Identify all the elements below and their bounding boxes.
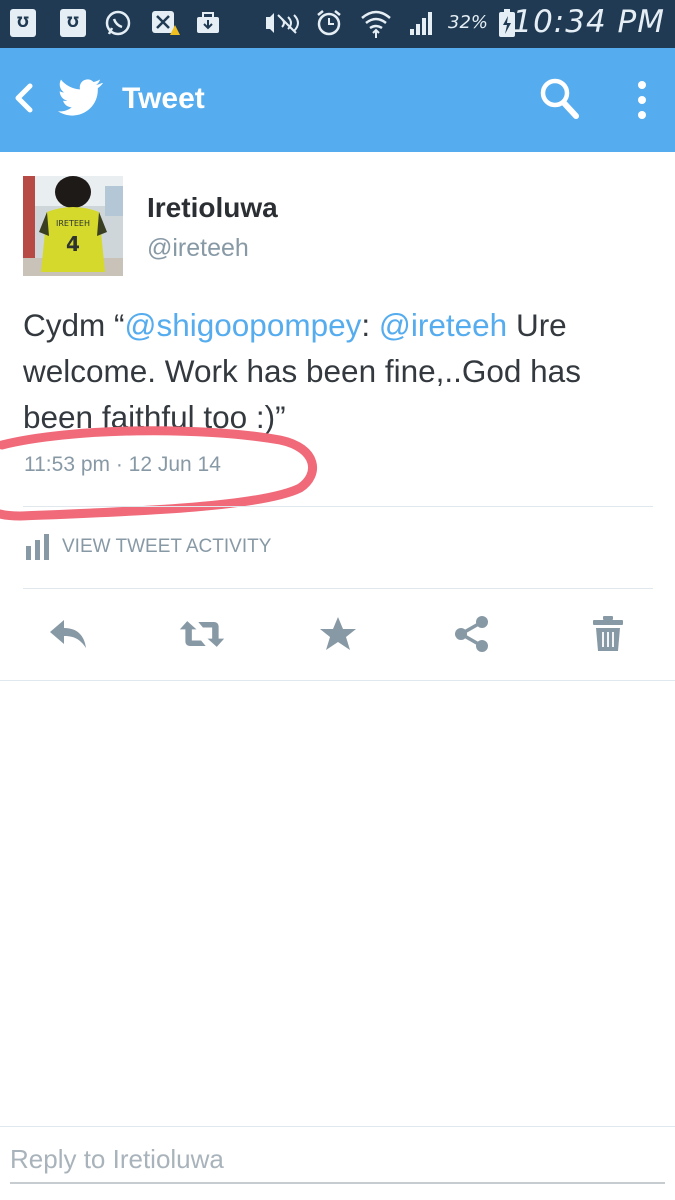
delete-button[interactable] [584, 612, 632, 656]
reply-input[interactable] [10, 1140, 665, 1178]
favorite-button[interactable] [314, 612, 362, 656]
wifi-icon [360, 8, 392, 38]
chevron-left-icon [15, 83, 33, 113]
clock: 10:34 PM [512, 4, 665, 40]
reply-box [10, 1140, 665, 1184]
tweet-text-middle: : [361, 307, 379, 343]
star-icon [320, 617, 356, 650]
bar-chart-icon [26, 534, 49, 560]
retweet-button[interactable] [178, 612, 226, 656]
view-tweet-activity-button[interactable]: VIEW TWEET ACTIVITY [24, 530, 271, 564]
reply-button[interactable] [44, 612, 92, 656]
author-name[interactable]: Iretioluwa [147, 192, 278, 224]
app-bar: Tweet [0, 48, 675, 152]
avatar-jersey-number: 4 [66, 232, 80, 256]
signal-icon [406, 8, 438, 38]
share-icon [455, 616, 488, 652]
view-tweet-activity-label: VIEW TWEET ACTIVITY [62, 536, 272, 557]
missed-call-icon [150, 8, 180, 38]
divider [0, 680, 675, 681]
whatsapp-icon [104, 8, 132, 38]
alarm-icon [314, 8, 344, 38]
divider [23, 506, 653, 507]
battery-percent: 32% [448, 12, 489, 33]
download-icon [194, 8, 222, 38]
mute-icon [262, 8, 308, 38]
search-icon [540, 78, 579, 119]
status-bar: Ʊ Ʊ 32% 10:34 PM [0, 0, 675, 48]
red-annotation-circle [0, 426, 318, 521]
tweet-text-prefix: Cydm “ [23, 307, 125, 343]
author-handle[interactable]: @ireteeh [147, 234, 249, 263]
search-button[interactable] [538, 76, 582, 122]
avatar-image: IRETEEH 4 [23, 176, 123, 276]
back-button[interactable] [10, 78, 40, 118]
twitter-bird-icon [56, 78, 104, 118]
more-vertical-icon [638, 81, 646, 119]
avatar-jersey-name: IRETEEH [56, 219, 90, 228]
retweet-icon [179, 621, 225, 647]
share-button[interactable] [448, 612, 496, 656]
page-title: Tweet [122, 82, 205, 115]
trash-icon [593, 616, 623, 651]
avatar[interactable]: IRETEEH 4 [23, 176, 123, 276]
divider [0, 1126, 675, 1127]
reply-icon [50, 620, 86, 648]
notification-app-icon: Ʊ [10, 8, 36, 38]
mention-link[interactable]: @shigoopompey [125, 307, 362, 343]
notification-app-icon: Ʊ [60, 8, 86, 38]
divider [23, 588, 653, 589]
mention-link[interactable]: @ireteeh [379, 307, 507, 343]
overflow-menu-button[interactable] [628, 78, 656, 122]
